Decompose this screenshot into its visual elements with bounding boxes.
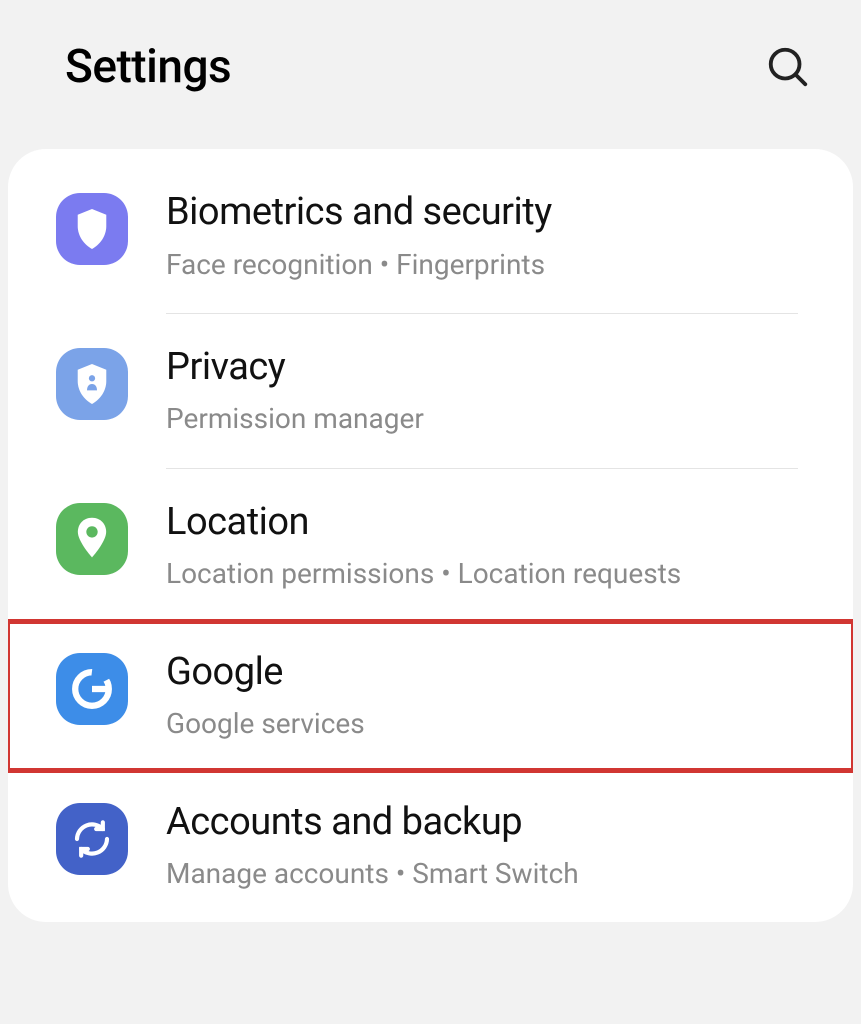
settings-list: Biometrics and security Face recognition…: [8, 149, 853, 922]
search-button[interactable]: [765, 44, 811, 90]
item-title: Location: [166, 499, 813, 547]
search-icon: [765, 44, 811, 90]
header: Settings: [0, 0, 861, 149]
settings-item-location[interactable]: Location Location permissions • Location…: [8, 469, 853, 623]
google-icon: [56, 653, 128, 725]
item-title: Google: [166, 649, 813, 697]
location-pin-icon: [56, 503, 128, 575]
settings-item-accounts[interactable]: Accounts and backup Manage accounts • Sm…: [8, 769, 853, 923]
privacy-shield-icon: [56, 348, 128, 420]
settings-item-privacy[interactable]: Privacy Permission manager: [8, 314, 853, 468]
sync-icon: [56, 803, 128, 875]
item-title: Privacy: [166, 344, 813, 392]
item-subtitle: Permission manager: [166, 401, 813, 437]
item-subtitle: Face recognition • Fingerprints: [166, 247, 813, 283]
item-text: Accounts and backup Manage accounts • Sm…: [128, 799, 813, 893]
item-text: Location Location permissions • Location…: [128, 499, 813, 593]
item-subtitle: Location permissions • Location requests: [166, 556, 813, 592]
item-text: Biometrics and security Face recognition…: [128, 189, 813, 283]
item-subtitle: Google services: [166, 706, 813, 742]
item-text: Privacy Permission manager: [128, 344, 813, 438]
item-title: Biometrics and security: [166, 189, 813, 237]
item-subtitle: Manage accounts • Smart Switch: [166, 856, 813, 892]
item-title: Accounts and backup: [166, 799, 813, 847]
settings-item-biometrics[interactable]: Biometrics and security Face recognition…: [8, 159, 853, 313]
settings-item-google[interactable]: Google Google services: [8, 619, 853, 773]
page-title: Settings: [65, 40, 231, 94]
shield-icon: [56, 193, 128, 265]
item-text: Google Google services: [128, 649, 813, 743]
